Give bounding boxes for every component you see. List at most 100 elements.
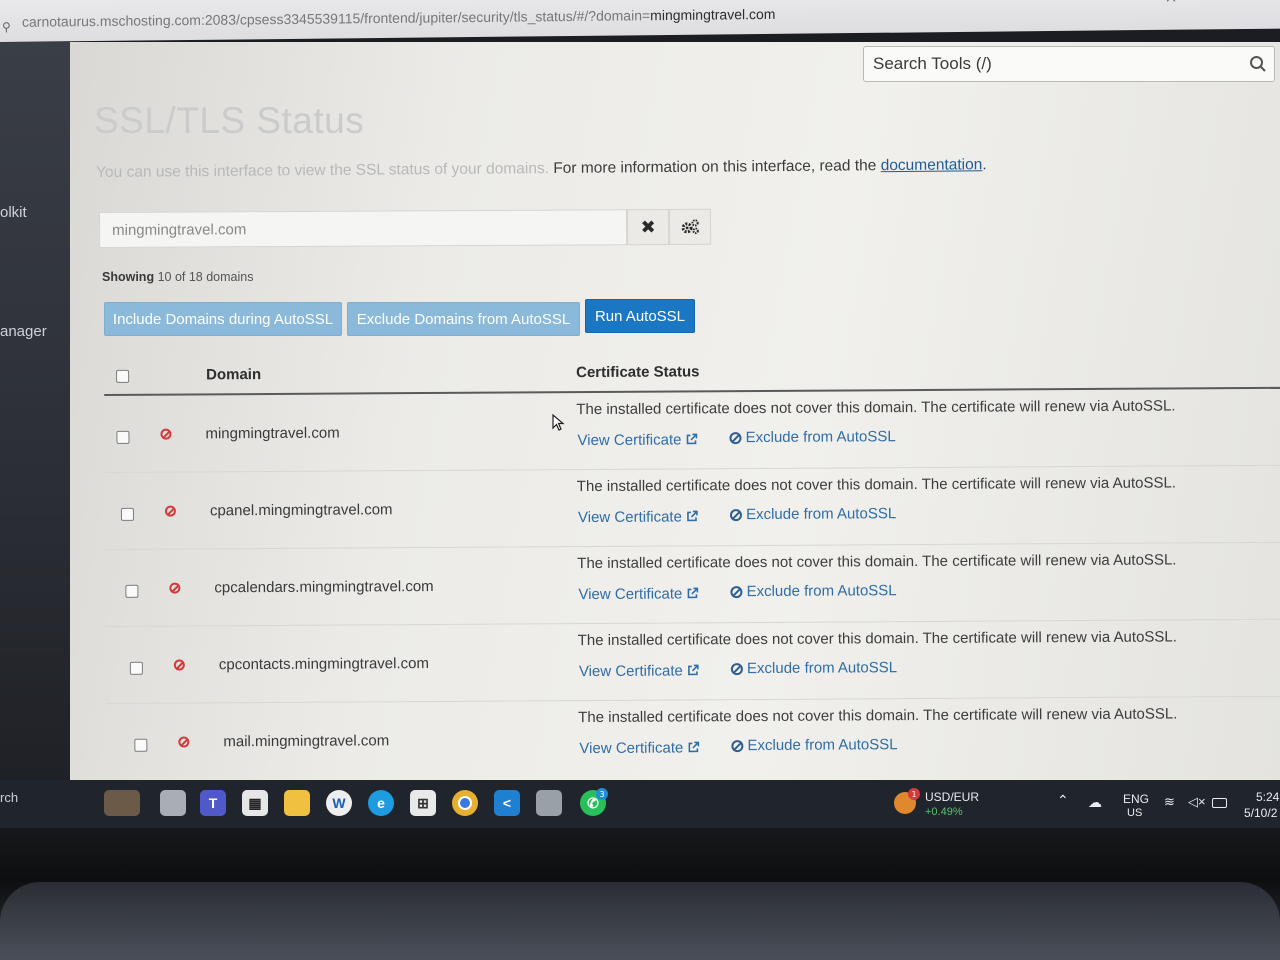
sidebar-item-toolkit[interactable]: olkit (0, 204, 27, 221)
error-status-icon (169, 582, 181, 594)
edge-browser-icon[interactable]: e (368, 790, 394, 816)
vscode-icon[interactable]: < (494, 790, 520, 816)
error-status-icon (178, 736, 190, 748)
select-all-checkbox[interactable] (116, 369, 130, 383)
url-text[interactable]: carnotaurus.mschosting.com:2083/cpsess33… (22, 6, 775, 30)
teams-icon[interactable]: T (200, 790, 226, 816)
external-link-icon (687, 587, 699, 599)
exclude-domains-button[interactable]: Exclude Domains from AutoSSL (347, 302, 580, 336)
domain-name: cpcalendars.mingmingtravel.com (214, 577, 434, 597)
gears-icon (681, 219, 699, 235)
filter-settings-button[interactable] (668, 208, 712, 246)
view-certificate-link[interactable]: View Certificate (579, 739, 700, 757)
laptop-bezel (0, 828, 1280, 960)
language-indicator[interactable]: ENG (1123, 792, 1149, 806)
domain-name: mingmingtravel.com (205, 424, 340, 443)
ban-icon (731, 739, 744, 752)
cpanel-sidebar: olkit anager (0, 42, 70, 780)
row-checkbox[interactable] (134, 738, 148, 752)
volume-muted-icon[interactable]: ◁× (1188, 794, 1206, 810)
row-checkbox[interactable] (129, 661, 143, 675)
file-explorer-icon[interactable] (284, 790, 310, 816)
ban-icon (730, 585, 743, 598)
sidebar-item-manager[interactable]: anager (0, 323, 47, 340)
domain-column-header[interactable]: Domain (206, 366, 261, 383)
showing-count: Showing 10 of 18 domains (102, 270, 254, 284)
row-checkbox[interactable] (116, 430, 130, 444)
exclude-from-autossl-link[interactable]: Exclude from AutoSSL (730, 659, 897, 677)
windows-taskbar: rch T ▦ W e ⊞ < ✆ 3 1 USD/EUR +0.49% ⌃ ☁… (0, 780, 1280, 828)
clear-filter-button[interactable]: ✖ (626, 209, 670, 246)
search-icon[interactable] (1248, 54, 1268, 74)
row-checkbox[interactable] (120, 507, 134, 521)
battery-icon[interactable] (1212, 798, 1227, 808)
ticker-badge: 1 (908, 788, 920, 800)
view-certificate-link[interactable]: View Certificate (578, 585, 699, 603)
table-row: mingmingtravel.com The installed certifi… (104, 388, 1280, 473)
show-hidden-icons-chevron-icon[interactable]: ⌃ (1057, 792, 1069, 809)
main-content: SSL/TLS Status You can use this interfac… (70, 42, 1280, 780)
chrome-icon[interactable] (452, 790, 478, 816)
row-actions: View Certificate Exclude from AutoSSL (578, 582, 896, 602)
mouse-cursor-icon (552, 414, 565, 431)
certificate-status-message: The installed certificate does not cover… (577, 551, 1177, 573)
page-title: SSL/TLS Status (94, 100, 365, 141)
site-info-icon[interactable]: ⚲ (2, 20, 11, 34)
bookmark-star-icon[interactable]: ☆ (1163, 0, 1179, 7)
widgets-icon[interactable] (104, 790, 140, 816)
domain-filter-row: mingmingtravel.com ✖ (99, 208, 713, 248)
external-link-icon (686, 433, 698, 445)
onedrive-cloud-icon[interactable]: ☁ (1088, 794, 1102, 811)
row-actions: View Certificate Exclude from AutoSSL (579, 736, 897, 756)
browser-address-bar[interactable]: ⚲ carnotaurus.mschosting.com:2083/cpsess… (0, 0, 1280, 42)
error-status-icon (160, 428, 172, 440)
error-status-icon (173, 659, 185, 671)
task-view-icon[interactable] (160, 790, 186, 816)
external-link-icon (687, 510, 698, 522)
printer-app-icon[interactable] (536, 790, 562, 816)
store-icon[interactable]: ⊞ (410, 790, 436, 816)
ban-icon (729, 431, 742, 444)
wifi-icon[interactable]: ≋ (1164, 794, 1175, 810)
certificate-status-message: The installed certificate does not cover… (578, 705, 1178, 727)
intro-rest-text: For more information on this interface, … (548, 157, 881, 178)
view-certificate-link[interactable]: View Certificate (579, 662, 699, 680)
exclude-from-autossl-link[interactable]: Exclude from AutoSSL (731, 736, 898, 754)
exclude-from-autossl-link[interactable]: Exclude from AutoSSL (729, 428, 896, 446)
domain-name: cpcontacts.mingmingtravel.com (218, 655, 430, 674)
external-link-icon (688, 741, 700, 753)
calendar-app-icon[interactable]: ▦ (242, 790, 268, 816)
view-certificate-link[interactable]: View Certificate (578, 508, 698, 526)
row-checkbox[interactable] (125, 584, 139, 598)
search-tools-input[interactable] (864, 47, 1243, 81)
status-column-header[interactable]: Certificate Status (576, 363, 699, 381)
app-icon[interactable]: W (326, 790, 352, 816)
whatsapp-badge: 3 (596, 788, 608, 800)
exclude-from-autossl-link[interactable]: Exclude from AutoSSL (730, 582, 897, 600)
certificate-status-message: The installed certificate does not cover… (577, 628, 1177, 650)
view-certificate-link[interactable]: View Certificate (577, 431, 698, 449)
table-row: mail.mingmingtravel.com The installed ce… (106, 697, 1280, 780)
row-actions: View Certificate Exclude from AutoSSL (578, 505, 896, 525)
ban-icon (730, 508, 743, 521)
laptop-keyboard-edge (0, 882, 1280, 960)
domain-name: mail.mingmingtravel.com (223, 732, 390, 751)
domain-filter-input[interactable]: mingmingtravel.com (99, 209, 628, 248)
domains-table: Domain Certificate Status mingmingtravel… (104, 352, 1280, 780)
ticker-name[interactable]: USD/EUR (925, 790, 979, 804)
include-domains-button[interactable]: Include Domains during AutoSSL (104, 302, 342, 336)
clock-time[interactable]: 5:24 (1256, 790, 1279, 804)
search-tools-box[interactable] (863, 46, 1275, 82)
row-actions: View Certificate Exclude from AutoSSL (579, 659, 897, 679)
taskbar-search[interactable]: rch (0, 790, 18, 805)
exclude-from-autossl-link[interactable]: Exclude from AutoSSL (730, 505, 896, 523)
domain-name: cpanel.mingmingtravel.com (209, 501, 393, 520)
keyboard-layout[interactable]: US (1127, 807, 1142, 819)
run-autossl-button[interactable]: Run AutoSSL (585, 299, 695, 333)
error-status-icon (164, 505, 176, 517)
intro-faded-text: You can use this interface to view the S… (96, 160, 550, 181)
clock-date[interactable]: 5/10/2 (1244, 806, 1277, 820)
documentation-link[interactable]: documentation (881, 156, 983, 174)
row-actions: View Certificate Exclude from AutoSSL (577, 428, 895, 448)
table-row: cpcontacts.mingmingtravel.com The instal… (105, 619, 1280, 704)
